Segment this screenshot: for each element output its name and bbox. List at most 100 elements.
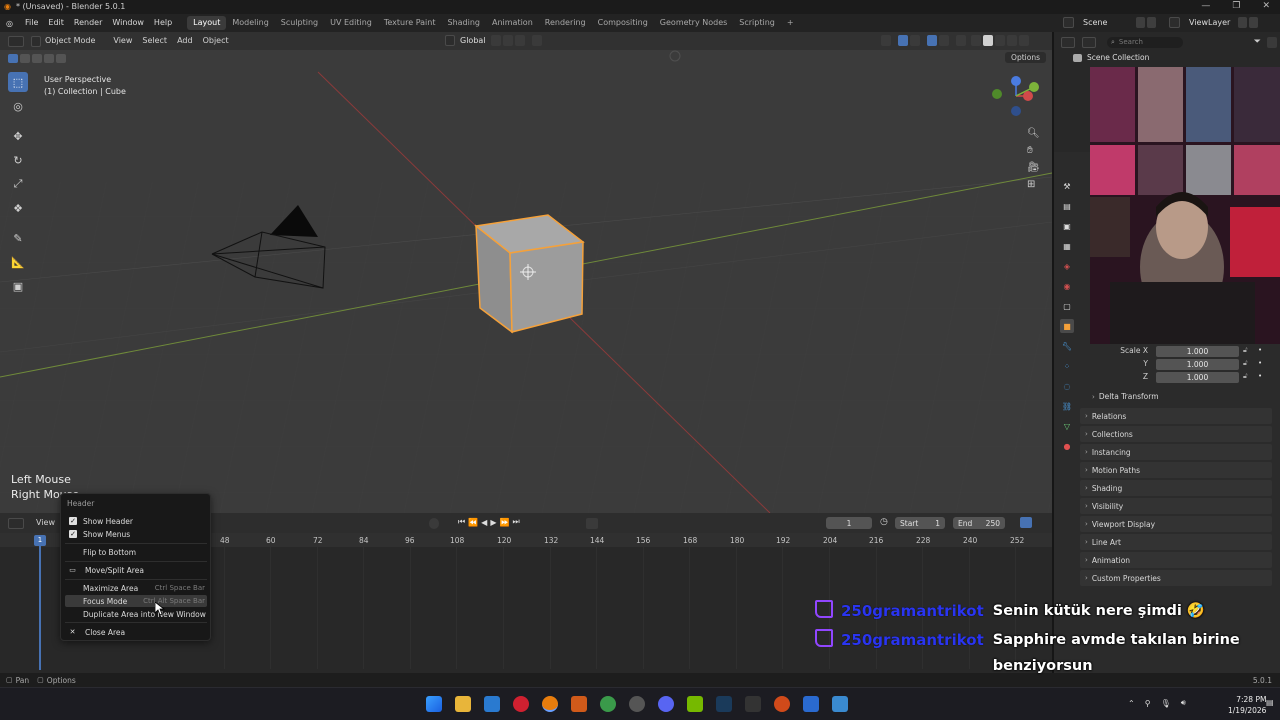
panel-instancing[interactable]: › Instancing: [1080, 444, 1272, 460]
app-icon[interactable]: [832, 696, 848, 712]
panel-custom-properties[interactable]: › Custom Properties: [1080, 570, 1272, 586]
close-window-button[interactable]: ✕: [1262, 1, 1270, 11]
render-tab-icon[interactable]: ▤: [1060, 199, 1074, 213]
material-tab-icon[interactable]: ●: [1060, 439, 1074, 453]
3d-viewport[interactable]: Object Mode View Select Add Object Globa…: [0, 32, 1052, 513]
blender-taskbar-icon[interactable]: [542, 696, 558, 712]
scene-icon[interactable]: [1063, 17, 1074, 28]
tab-shading[interactable]: Shading: [441, 14, 486, 32]
checkbox-checked-icon[interactable]: ✓: [69, 517, 77, 525]
nvidia-icon[interactable]: [687, 696, 703, 712]
menu-item-move-split-area[interactable]: ▭ Move/Split Area: [65, 564, 207, 576]
panel-relations[interactable]: › Relations: [1080, 408, 1272, 424]
object-tab-icon[interactable]: ■: [1060, 319, 1074, 333]
menu-item-focus-mode[interactable]: Focus Mode Ctrl Alt Space Bar: [65, 595, 207, 607]
pan-hand-icon[interactable]: ✋︎: [1027, 145, 1040, 156]
app-icon[interactable]: [774, 696, 790, 712]
physics-tab-icon[interactable]: ◌: [1060, 379, 1074, 393]
lock-icon[interactable]: 🔓︎: [1243, 372, 1248, 381]
preview-range-icon[interactable]: ◷: [880, 517, 888, 527]
panel-collections[interactable]: › Collections: [1080, 426, 1272, 442]
menu-help[interactable]: Help: [149, 14, 177, 32]
panel-shading[interactable]: › Shading: [1080, 480, 1272, 496]
tab-animation[interactable]: Animation: [486, 14, 539, 32]
new-collection-icon[interactable]: [1267, 36, 1277, 48]
particles-tab-icon[interactable]: ⁘: [1060, 359, 1074, 373]
viewport-menu-select[interactable]: Select: [137, 32, 172, 50]
lock-icon[interactable]: 🔓︎: [1243, 346, 1248, 355]
lock-icon[interactable]: 🔓︎: [1243, 359, 1248, 368]
xray-icon[interactable]: [956, 35, 966, 46]
view-options-icon[interactable]: [1020, 517, 1032, 528]
pivot-icon[interactable]: [490, 35, 501, 46]
play-icon[interactable]: ▶: [490, 518, 496, 527]
annotate-tool-icon[interactable]: ✎: [8, 228, 28, 248]
modifier-tab-icon[interactable]: 🔧︎: [1060, 339, 1074, 353]
usb-icon[interactable]: ⚲: [1145, 699, 1151, 708]
panel-animation[interactable]: › Animation: [1080, 552, 1272, 568]
app-icon[interactable]: [571, 696, 587, 712]
outliner-scene-collection[interactable]: Scene Collection: [1072, 53, 1149, 62]
current-frame-field[interactable]: 1: [826, 517, 872, 529]
menu-edit[interactable]: Edit: [43, 14, 69, 32]
keyframe-dot-icon[interactable]: •: [1258, 372, 1262, 380]
options-dropdown[interactable]: Options: [1005, 52, 1046, 63]
mode-selector[interactable]: Object Mode: [42, 32, 100, 50]
cube-object[interactable]: [474, 214, 585, 334]
collection-tab-icon[interactable]: ▢: [1060, 299, 1074, 313]
jump-end-icon[interactable]: ⏭: [512, 517, 519, 527]
navigation-gizmo[interactable]: [992, 74, 1042, 124]
select-intersect-icon[interactable]: [56, 53, 66, 63]
app-icon[interactable]: [629, 696, 645, 712]
scale-z-field[interactable]: 1.000: [1156, 372, 1239, 383]
timeline-view-menu[interactable]: View: [31, 513, 60, 533]
menu-item-duplicate-area[interactable]: Duplicate Area into New Window: [65, 608, 207, 620]
scene-selector[interactable]: Scene: [1083, 18, 1135, 27]
gizmo-menu-icon[interactable]: [910, 35, 920, 46]
play-reverse-icon[interactable]: ◀: [481, 518, 487, 527]
outliner-search[interactable]: ⌕ Search: [1107, 36, 1183, 48]
snap-icon[interactable]: [502, 35, 513, 46]
epic-games-icon[interactable]: [745, 696, 761, 712]
viewport-menu-add[interactable]: Add: [172, 32, 198, 50]
tab-layout[interactable]: Layout: [187, 16, 227, 30]
filter-icon[interactable]: ⏷: [1254, 37, 1261, 47]
menu-window[interactable]: Window: [107, 14, 149, 32]
panel-motion-paths[interactable]: › Motion Paths: [1080, 462, 1272, 478]
minimize-button[interactable]: —: [1201, 1, 1210, 11]
start-frame-field[interactable]: Start 1: [895, 517, 945, 529]
gizmo-toggle-icon[interactable]: [898, 35, 908, 46]
rotate-tool-icon[interactable]: ↻: [8, 150, 28, 170]
scene-tab-icon[interactable]: ◈: [1060, 259, 1074, 273]
zoom-icon[interactable]: 🔍︎: [1027, 128, 1040, 139]
rendered-shading-icon[interactable]: [1007, 35, 1017, 46]
viewport-menu-view[interactable]: View: [108, 32, 137, 50]
shading-menu-icon[interactable]: [1019, 35, 1029, 46]
jump-keyframe-back-icon[interactable]: ⏪: [468, 518, 478, 527]
clock[interactable]: 7:28 PM 1/19/2026: [1228, 694, 1266, 716]
volume-icon[interactable]: 🔊︎: [1181, 698, 1186, 708]
microphone-icon[interactable]: 🎙︎: [1161, 699, 1171, 708]
display-mode-icon[interactable]: [1082, 36, 1096, 48]
viewport-menu-object[interactable]: Object: [198, 32, 234, 50]
menu-render[interactable]: Render: [69, 14, 107, 32]
delete-scene-icon[interactable]: [1147, 17, 1156, 28]
overlay-menu-icon[interactable]: [939, 35, 949, 46]
menu-item-show-header[interactable]: ✓ Show Header: [65, 515, 207, 527]
panel-viewport-display[interactable]: › Viewport Display: [1080, 516, 1272, 532]
measure-tool-icon[interactable]: 📐: [8, 252, 28, 272]
panel-line-art[interactable]: › Line Art: [1080, 534, 1272, 550]
chevron-up-icon[interactable]: ⌃: [1128, 699, 1135, 708]
select-invert-icon[interactable]: [44, 53, 54, 63]
world-tab-icon[interactable]: ◉: [1060, 279, 1074, 293]
orientation-icon[interactable]: [445, 35, 455, 46]
playback-menu-icon[interactable]: [586, 518, 598, 529]
tab-compositing[interactable]: Compositing: [592, 14, 654, 32]
panel-visibility[interactable]: › Visibility: [1080, 498, 1272, 514]
menu-item-maximize-area[interactable]: Maximize Area Ctrl Space Bar: [65, 582, 207, 594]
checkbox-checked-icon[interactable]: ✓: [69, 530, 77, 538]
keyframe-dot-icon[interactable]: •: [1258, 346, 1262, 354]
delta-transform-subpanel[interactable]: › Delta Transform: [1092, 392, 1159, 401]
tab-sculpting[interactable]: Sculpting: [275, 14, 324, 32]
end-frame-field[interactable]: End 250: [953, 517, 1005, 529]
